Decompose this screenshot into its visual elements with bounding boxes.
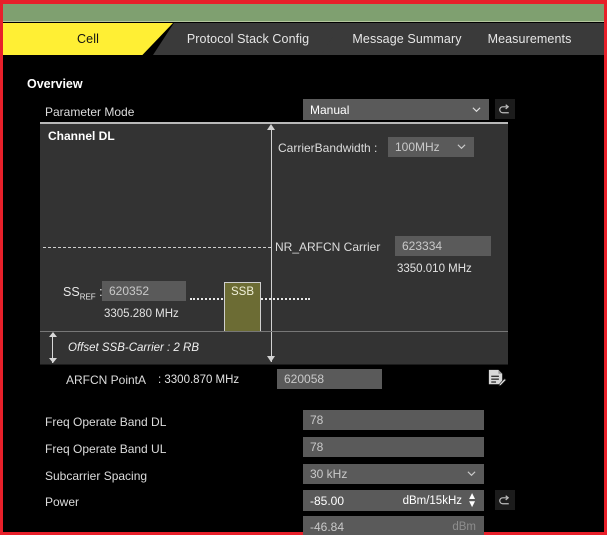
arfcn-pointa-input[interactable]: 620058 bbox=[277, 369, 382, 389]
chevron-down-icon bbox=[467, 469, 476, 478]
ss-ref-frequency: 3305.280 MHz bbox=[104, 308, 179, 320]
nr-arfcn-carrier-input[interactable]: 623334 bbox=[395, 236, 491, 256]
reset-icon bbox=[499, 494, 512, 507]
header-strip bbox=[3, 4, 604, 22]
power-value: -85.00 bbox=[310, 494, 344, 508]
ssb-block-label: SSB bbox=[231, 286, 254, 298]
arfcn-pointa-label: ARFCN PointA bbox=[66, 373, 146, 387]
parameter-mode-value: Manual bbox=[310, 103, 349, 117]
subcarrier-spacing-select[interactable]: 30 kHz bbox=[303, 464, 484, 484]
ss-ref-label: SSREF : bbox=[63, 285, 103, 302]
freq-operate-band-ul-value: 78 bbox=[310, 440, 323, 454]
nr-arfcn-carrier-value: 623334 bbox=[402, 239, 442, 253]
power-unit: dBm/15kHz bbox=[403, 495, 462, 507]
freq-operate-band-dl-value: 78 bbox=[310, 413, 323, 427]
offset-row: Offset SSB-Carrier : 2 RB bbox=[40, 332, 271, 367]
tab-measurements-label: Measurements bbox=[488, 32, 572, 46]
carrier-bandwidth-label: CarrierBandwidth : bbox=[278, 141, 377, 155]
spinner-icon[interactable]: ▲▼ bbox=[467, 493, 477, 509]
nr-arfcn-dashed-line bbox=[43, 247, 271, 248]
ss-ref-value: 620352 bbox=[109, 284, 149, 298]
ss-ref-label-main: SS bbox=[63, 285, 80, 299]
tab-cell-label: Cell bbox=[77, 32, 99, 46]
carrier-bandwidth-value: 100MHz bbox=[395, 140, 440, 154]
arfcn-pointa-edit-button[interactable] bbox=[484, 365, 508, 391]
arfcn-pointa-frequency: : 3300.870 MHz bbox=[158, 374, 239, 386]
ss-ref-input[interactable]: 620352 bbox=[102, 281, 186, 301]
nr-arfcn-carrier-frequency: 3350.010 MHz bbox=[397, 263, 472, 275]
freq-operate-band-dl-label: Freq Operate Band DL bbox=[45, 415, 166, 429]
arfcn-pointa-value: 620058 bbox=[284, 372, 324, 386]
power-measured-value: -46.84 bbox=[310, 520, 344, 534]
ssb-block: SSB bbox=[224, 282, 261, 332]
channel-dl-diagram-panel: Channel DL CarrierBandwidth : 100MHz NR_… bbox=[40, 122, 508, 365]
carrier-span-arrow-top bbox=[267, 124, 275, 130]
carrier-span-line bbox=[271, 128, 272, 362]
freq-operate-band-ul-label: Freq Operate Band UL bbox=[45, 442, 166, 456]
freq-operate-band-dl-input[interactable]: 78 bbox=[303, 410, 484, 430]
freq-operate-band-ul-input[interactable]: 78 bbox=[303, 437, 484, 457]
parameter-mode-label: Parameter Mode bbox=[45, 105, 134, 119]
application-window: Cell Protocol Stack Config Message Summa… bbox=[0, 0, 607, 535]
power-label: Power bbox=[45, 495, 79, 509]
offset-ssb-carrier-text: Offset SSB-Carrier : 2 RB bbox=[68, 342, 199, 354]
tab-protocol-stack-config-label: Protocol Stack Config bbox=[187, 32, 309, 46]
parameter-mode-select[interactable]: Manual bbox=[303, 99, 489, 120]
power-input[interactable]: -85.00 dBm/15kHz ▲▼ bbox=[303, 490, 484, 511]
tab-cell[interactable]: Cell bbox=[3, 23, 173, 55]
power-measured-unit: dBm bbox=[452, 521, 476, 533]
channel-dl-title: Channel DL bbox=[48, 129, 115, 143]
reset-icon bbox=[499, 103, 512, 116]
offset-arrow-top bbox=[49, 332, 57, 337]
chevron-down-icon bbox=[457, 142, 466, 151]
page-title: Overview bbox=[27, 77, 83, 91]
chevron-down-icon bbox=[472, 105, 481, 114]
subcarrier-spacing-value: 30 kHz bbox=[310, 467, 347, 481]
ss-ref-label-subscript: REF bbox=[80, 293, 96, 302]
tab-message-summary-label: Message Summary bbox=[352, 32, 461, 46]
tab-protocol-stack-config[interactable]: Protocol Stack Config bbox=[153, 23, 343, 55]
offset-arrow-bottom bbox=[49, 358, 57, 363]
tab-measurements[interactable]: Measurements bbox=[455, 23, 604, 55]
tab-bar: Cell Protocol Stack Config Message Summa… bbox=[3, 23, 604, 55]
parameter-mode-reset-button[interactable] bbox=[495, 99, 515, 119]
carrier-bandwidth-select[interactable]: 100MHz bbox=[388, 137, 474, 157]
nr-arfcn-carrier-label: NR_ARFCN Carrier bbox=[275, 240, 380, 254]
document-edit-icon bbox=[486, 368, 507, 389]
power-measured-value-field: -46.84 dBm bbox=[303, 516, 484, 535]
subcarrier-spacing-label: Subcarrier Spacing bbox=[45, 469, 147, 483]
page-body: Overview Parameter Mode Manual Channel D… bbox=[3, 55, 604, 532]
power-reset-button[interactable] bbox=[495, 490, 515, 510]
